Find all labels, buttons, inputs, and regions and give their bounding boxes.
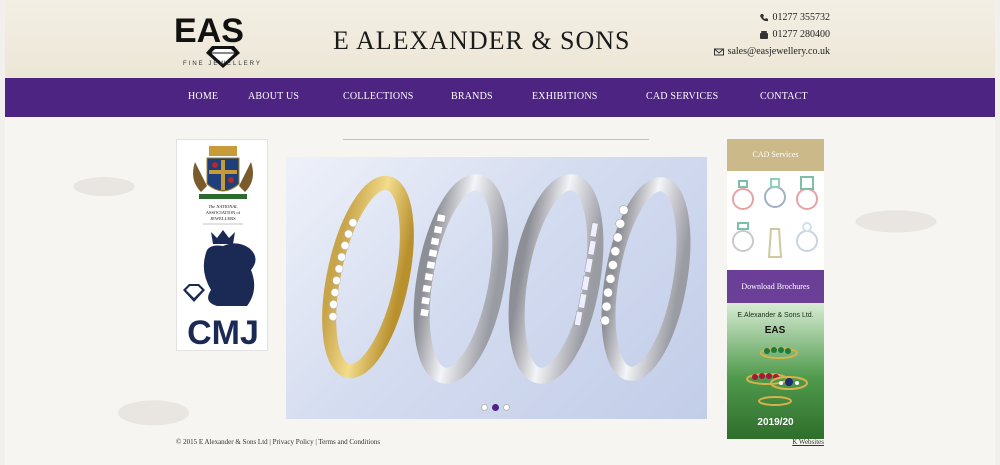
site-title: E ALEXANDER & SONS (333, 26, 631, 55)
nav-cad-services[interactable]: CAD SERVICES (646, 91, 718, 102)
cad-renders-image (732, 176, 818, 258)
divider (343, 139, 649, 140)
slider-dot-2[interactable] (492, 404, 499, 411)
footer: © 2015 E Alexander & Sons Ltd | Privacy … (176, 438, 381, 446)
cmj-lion-icon (183, 230, 256, 306)
naj-line-2: ASSOCIATION of (206, 210, 241, 215)
logo-tagline: FINE JEWELLERY (183, 61, 262, 67)
naj-line-1: The NATIONAL (209, 204, 238, 209)
cad-services-heading: CAD Services (727, 139, 824, 171)
phone-line-1[interactable]: 01277 355732 (714, 9, 830, 26)
terms-link[interactable]: Terms and Conditions (318, 438, 380, 446)
phone-icon (759, 13, 768, 21)
image-slider[interactable] (286, 157, 707, 419)
membership-panel: The NATIONAL ASSOCIATION of JEWELLERS CM… (176, 139, 269, 352)
brochure-title: E.Alexander & Sons Ltd. (737, 312, 814, 319)
email-address: sales@easjewellery.co.uk (727, 46, 830, 57)
brochure-jewellery-image: EAS (746, 325, 808, 406)
slider-dot-3[interactable] (503, 404, 510, 411)
phone-number-2: 01277 280400 (772, 29, 831, 40)
phone-line-2[interactable]: 01277 280400 (714, 26, 830, 43)
phone-number-1: 01277 355732 (772, 12, 831, 23)
copyright-text: © 2015 E Alexander & Sons Ltd (176, 438, 268, 446)
logo-text: EAS (174, 12, 244, 50)
telephone-icon (759, 30, 768, 39)
cad-services-box[interactable]: CAD Services (727, 139, 824, 270)
cmj-text: CMJ (187, 314, 259, 352)
contact-info: 01277 355732 01277 280400 sales@easjewel… (713, 9, 830, 60)
brochure-year: 2019/20 (757, 417, 794, 428)
privacy-policy-link[interactable]: Privacy Policy (273, 438, 314, 446)
brochure-cover[interactable]: E.Alexander & Sons Ltd. EAS 2019/20 (727, 303, 824, 439)
credit-link[interactable]: K Websites (792, 438, 824, 446)
download-brochures-button[interactable]: Download Brochures (727, 270, 824, 303)
nav-home[interactable]: HOME (188, 91, 218, 102)
brochure-logo: EAS (765, 325, 786, 336)
envelope-icon (713, 48, 724, 55)
email-line[interactable]: sales@easjewellery.co.uk (713, 43, 830, 60)
main-navigation: HOME ABOUT US COLLECTIONS BRANDS EXHIBIT… (5, 78, 995, 117)
nav-brands[interactable]: BRANDS (451, 91, 493, 102)
rings-image (322, 174, 691, 384)
nav-collections[interactable]: COLLECTIONS (343, 91, 414, 102)
nav-contact[interactable]: CONTACT (760, 91, 808, 102)
membership-logos[interactable]: The NATIONAL ASSOCIATION of JEWELLERS CM… (177, 140, 269, 352)
slider-dot-1[interactable] (481, 404, 488, 411)
naj-crest-icon (193, 146, 253, 199)
nav-about-us[interactable]: ABOUT US (248, 91, 299, 102)
slider-pagination (481, 404, 510, 411)
naj-line-3: JEWELLERS (210, 216, 236, 221)
nav-exhibitions[interactable]: EXHIBITIONS (532, 91, 598, 102)
